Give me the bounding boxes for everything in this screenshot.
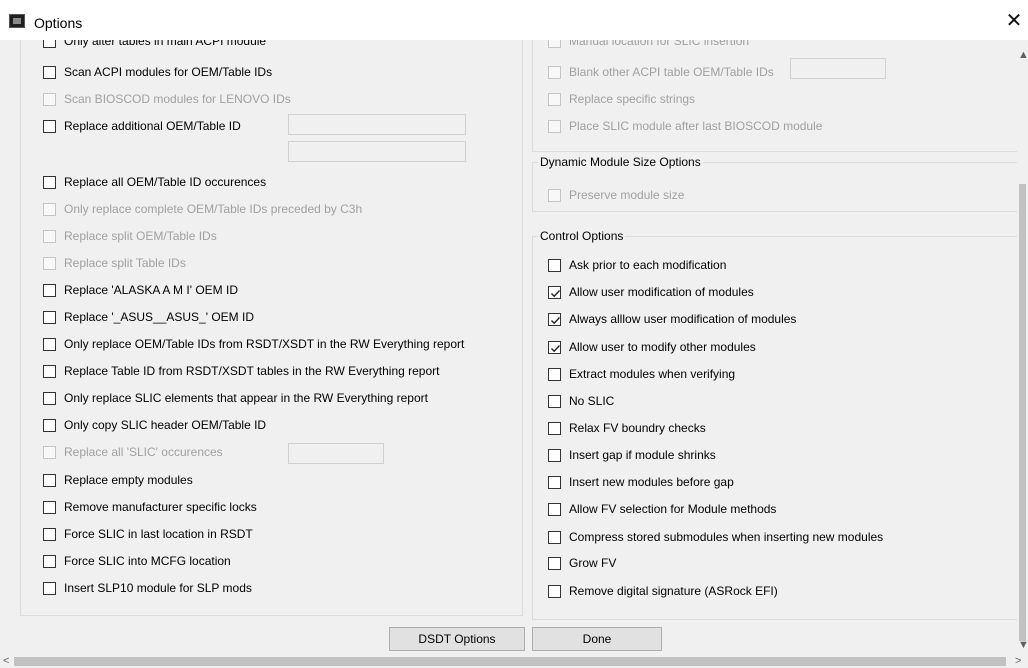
checkbox-icon (43, 446, 56, 459)
checkbox-label: Remove manufacturer specific locks (64, 500, 257, 514)
checkbox-icon[interactable] (43, 501, 56, 514)
checkbox-label: Replace specific strings (569, 92, 696, 106)
checkbox-icon[interactable] (43, 284, 56, 297)
checkbox-icon (548, 120, 561, 133)
vertical-scroll-thumb[interactable] (1019, 184, 1026, 641)
checkbox-label: Replace Table ID from RSDT/XSDT tables i… (64, 364, 440, 378)
checkbox-label: Allow user to modify other modules (569, 340, 756, 354)
additional-table-id-field[interactable] (288, 141, 466, 162)
checkbox-icon[interactable] (43, 120, 56, 133)
checkbox-label: Insert gap if module shrinks (569, 448, 716, 462)
checkbox-icon[interactable] (548, 503, 561, 516)
checkbox-label: Replace empty modules (64, 473, 193, 487)
options-panel: Dynamic Module Size Options Control Opti… (0, 40, 1017, 655)
checkbox-icon[interactable] (43, 66, 56, 79)
checkbox-checked-icon[interactable] (548, 313, 561, 326)
checkbox-label: Only alter tables in main ACPI module (64, 40, 267, 48)
checkbox-icon[interactable] (43, 40, 56, 48)
control-group-title: Control Options (538, 229, 626, 243)
checkbox-label: Scan BIOSCOD modules for LENOVO IDs (64, 92, 291, 106)
window-title: Options (34, 15, 83, 31)
title-bar[interactable] (0, 0, 1028, 40)
checkbox-label: Replace all 'SLIC' occurences (64, 445, 223, 459)
scroll-up-icon[interactable]: ▲ (1018, 50, 1028, 61)
checkbox-checked-icon[interactable] (548, 286, 561, 299)
blank-oem-table-id-field[interactable] (790, 58, 886, 79)
checkbox-icon (43, 93, 56, 106)
checkbox-icon[interactable] (548, 259, 561, 272)
close-icon: ✕ (1005, 10, 1023, 32)
checkbox-label: Compress stored submodules when insertin… (569, 530, 884, 544)
close-button[interactable]: ✕ (1000, 8, 1028, 36)
checkbox-label: Blank other ACPI table OEM/Table IDs (569, 65, 774, 79)
checkbox-label: Replace additional OEM/Table ID (64, 119, 241, 133)
checkbox-icon (548, 66, 561, 79)
checkbox-label: Allow user modification of modules (569, 285, 754, 299)
checkbox-icon[interactable] (548, 449, 561, 462)
checkbox-checked-icon[interactable] (548, 341, 561, 354)
checkbox-label: Ask prior to each modification (569, 258, 727, 272)
checkbox-label: Always alllow user modification of modul… (569, 312, 797, 326)
checkbox-label: Only copy SLIC header OEM/Table ID (64, 418, 267, 432)
checkbox-icon[interactable] (43, 474, 56, 487)
checkbox-icon[interactable] (548, 585, 561, 598)
checkbox-label: Replace split Table IDs (64, 256, 186, 270)
checkbox-label: Relax FV boundry checks (569, 421, 706, 435)
checkbox-icon (43, 257, 56, 270)
checkbox-icon[interactable] (548, 476, 561, 489)
checkbox-icon (548, 189, 561, 202)
checkbox-icon[interactable] (43, 419, 56, 432)
checkbox-icon[interactable] (43, 582, 56, 595)
checkbox-label: Insert SLP10 module for SLP mods (64, 581, 252, 595)
checkbox-label: Replace '_ASUS__ASUS_' OEM ID (64, 310, 254, 324)
checkbox-label: No SLIC (569, 394, 615, 408)
checkbox-label: Replace all OEM/Table ID occurences (64, 175, 267, 189)
checkbox-icon[interactable] (43, 555, 56, 568)
checkbox-label: Manual location for SLIC insertion (569, 40, 750, 48)
checkbox-icon[interactable] (43, 365, 56, 378)
dynamic-group-title: Dynamic Module Size Options (538, 155, 703, 169)
checkbox-label: Remove digital signature (ASRock EFI) (569, 584, 778, 598)
dynamic-module-size-group (532, 162, 1017, 212)
checkbox-icon[interactable] (548, 422, 561, 435)
checkbox-label: Grow FV (569, 556, 617, 570)
checkbox-icon[interactable] (43, 311, 56, 324)
checkbox-label: Insert new modules before gap (569, 475, 734, 489)
checkbox-icon[interactable] (548, 395, 561, 408)
checkbox-label: Preserve module size (569, 188, 685, 202)
checkbox-icon (548, 93, 561, 106)
checkbox-label: Scan ACPI modules for OEM/Table IDs (64, 65, 273, 79)
checkbox-label: Replace split OEM/Table IDs (64, 229, 217, 243)
checkbox-label: Allow FV selection for Module methods (569, 502, 777, 516)
scroll-down-icon[interactable]: ▼ (1018, 640, 1028, 651)
additional-oem-id-field[interactable] (288, 114, 466, 135)
checkbox-label: Only replace OEM/Table IDs from RSDT/XSD… (64, 337, 465, 351)
checkbox-label: Only replace SLIC elements that appear i… (64, 391, 428, 405)
scroll-left-icon[interactable]: < (3, 656, 9, 667)
horizontal-scroll-thumb[interactable] (14, 657, 1006, 666)
checkbox-label: Force SLIC into MCFG location (64, 554, 231, 568)
checkbox-label: Replace 'ALASKA A M I' OEM ID (64, 283, 238, 297)
checkbox-icon[interactable] (43, 392, 56, 405)
done-button[interactable]: Done (532, 627, 662, 651)
checkbox-icon[interactable] (43, 528, 56, 541)
checkbox-icon[interactable] (548, 531, 561, 544)
checkbox-icon[interactable] (548, 368, 561, 381)
checkbox-icon (43, 230, 56, 243)
dsdt-options-button[interactable]: DSDT Options (389, 627, 525, 651)
checkbox-icon (43, 203, 56, 216)
checkbox-label: Only replace complete OEM/Table IDs prec… (64, 202, 363, 216)
checkbox-icon[interactable] (548, 557, 561, 570)
checkbox-label: Place SLIC module after last BIOSCOD mod… (569, 119, 823, 133)
checkbox-icon[interactable] (43, 338, 56, 351)
checkbox-icon[interactable] (43, 176, 56, 189)
checkbox-label: Extract modules when verifying (569, 367, 736, 381)
scroll-right-icon[interactable]: > (1015, 656, 1021, 667)
checkbox-icon (548, 40, 561, 48)
checkbox-label: Force SLIC in last location in RSDT (64, 527, 253, 541)
app-icon (9, 14, 25, 28)
slic-occurences-field[interactable] (288, 443, 384, 464)
